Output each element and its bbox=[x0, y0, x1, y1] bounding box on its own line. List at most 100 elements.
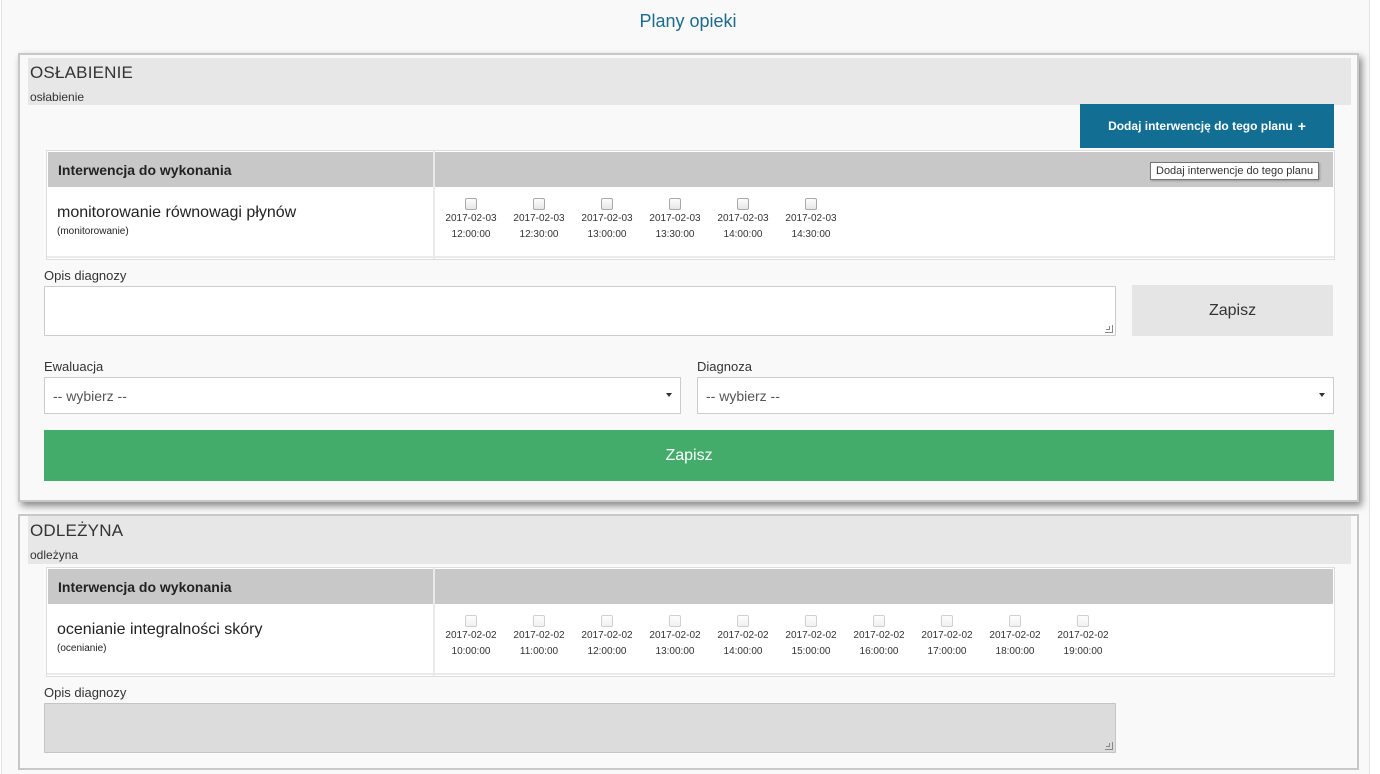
slot-time: 10:00:00 bbox=[451, 646, 491, 657]
time-slot: 2017-02-02 18:00:00 bbox=[981, 613, 1049, 660]
slot-time: 13:00:00 bbox=[655, 646, 695, 657]
time-slot: 2017-02-02 10:00:00 bbox=[437, 613, 505, 660]
column-divider bbox=[433, 151, 435, 259]
caret-down-icon bbox=[666, 393, 672, 397]
table-header-slots bbox=[435, 569, 1333, 604]
time-slot: 2017-02-02 13:00:00 bbox=[641, 613, 709, 660]
slot-time: 12:00:00 bbox=[451, 229, 491, 240]
table-header-intervention: Interwencja do wykonania bbox=[48, 152, 433, 187]
time-slot: 2017-02-03 14:30:00 bbox=[777, 196, 845, 243]
slot-checkbox[interactable] bbox=[533, 198, 545, 210]
time-slot: 2017-02-03 13:30:00 bbox=[641, 196, 709, 243]
slot-date: 2017-02-03 bbox=[717, 213, 769, 224]
slot-time: 15:00:00 bbox=[791, 646, 831, 657]
description-textarea bbox=[44, 703, 1116, 753]
slot-date: 2017-02-02 bbox=[445, 630, 497, 641]
slot-time: 19:00:00 bbox=[1063, 646, 1103, 657]
resize-handle-icon[interactable] bbox=[1105, 325, 1113, 333]
time-slot: 2017-02-02 12:00:00 bbox=[573, 613, 641, 660]
slot-time: 12:00:00 bbox=[587, 646, 627, 657]
plan-title: OSŁABIENIE bbox=[30, 63, 134, 82]
slot-checkbox bbox=[533, 615, 545, 627]
slot-date: 2017-02-03 bbox=[513, 213, 565, 224]
plan-header: ODLEŻYNA odleżyna bbox=[28, 516, 1351, 564]
row-divider bbox=[47, 673, 1334, 675]
diagnosis-select-value: -- wybierz -- bbox=[706, 388, 780, 404]
plan-header: OSŁABIENIE osłabienie bbox=[28, 58, 1351, 105]
evaluation-label: Ewaluacja bbox=[44, 359, 104, 374]
caret-down-icon bbox=[1319, 393, 1325, 397]
time-slot: 2017-02-03 12:30:00 bbox=[505, 196, 573, 243]
slot-checkbox[interactable] bbox=[601, 198, 613, 210]
time-slot: 2017-02-02 19:00:00 bbox=[1049, 613, 1117, 660]
slot-checkbox bbox=[465, 615, 477, 627]
intervention-type: (ocenianie) bbox=[57, 643, 107, 654]
time-slot: 2017-02-02 17:00:00 bbox=[913, 613, 981, 660]
slot-time: 13:30:00 bbox=[655, 229, 695, 240]
slot-date: 2017-02-02 bbox=[853, 630, 905, 641]
intervention-table: Interwencja do wykonania monitorowanie r… bbox=[46, 150, 1335, 260]
plan-subtitle: odleżyna bbox=[30, 548, 79, 562]
care-plan-panel-oslabienie: OSŁABIENIE osłabienie Dodaj interwencję … bbox=[18, 53, 1359, 502]
slot-date: 2017-02-02 bbox=[921, 630, 973, 641]
intervention-name: monitorowanie równowagi płynów bbox=[57, 204, 297, 221]
time-slot: 2017-02-03 14:00:00 bbox=[709, 196, 777, 243]
slot-checkbox bbox=[1009, 615, 1021, 627]
slot-checkbox bbox=[737, 615, 749, 627]
time-slot: 2017-02-02 11:00:00 bbox=[505, 613, 573, 660]
care-plans-page: Plany opieki OSŁABIENIE osłabienie Dodaj… bbox=[1, 0, 1370, 774]
slot-time: 17:00:00 bbox=[927, 646, 967, 657]
slot-time: 11:00:00 bbox=[519, 646, 559, 657]
care-plan-panel-odlezyna: ODLEŻYNA odleżyna Interwencja do wykonan… bbox=[18, 514, 1359, 770]
slot-time: 12:30:00 bbox=[519, 229, 559, 240]
slot-date: 2017-02-02 bbox=[785, 630, 837, 641]
description-label: Opis diagnozy bbox=[44, 685, 127, 700]
plan-subtitle: osłabienie bbox=[30, 90, 85, 104]
intervention-name: ocenianie integralności skóry bbox=[57, 621, 263, 638]
description-textarea[interactable] bbox=[44, 286, 1116, 336]
slot-date: 2017-02-02 bbox=[1057, 630, 1109, 641]
slot-checkbox bbox=[873, 615, 885, 627]
save-description-button[interactable]: Zapisz bbox=[1132, 285, 1333, 336]
time-slot: 2017-02-03 13:00:00 bbox=[573, 196, 641, 243]
evaluation-select-value: -- wybierz -- bbox=[53, 388, 127, 404]
time-slot: 2017-02-02 14:00:00 bbox=[709, 613, 777, 660]
time-slot: 2017-02-02 15:00:00 bbox=[777, 613, 845, 660]
row-divider bbox=[47, 256, 1334, 258]
slot-checkbox[interactable] bbox=[737, 198, 749, 210]
intervention-table: Interwencja do wykonania ocenianie integ… bbox=[46, 567, 1335, 677]
slot-date: 2017-02-03 bbox=[581, 213, 633, 224]
slot-checkbox bbox=[1077, 615, 1089, 627]
save-plan-button[interactable]: Zapisz bbox=[44, 430, 1334, 481]
slot-time: 18:00:00 bbox=[995, 646, 1035, 657]
slot-checkbox bbox=[941, 615, 953, 627]
slot-time: 14:30:00 bbox=[791, 229, 831, 240]
slot-date: 2017-02-02 bbox=[989, 630, 1041, 641]
add-intervention-button[interactable]: Dodaj interwencję do tego planu + bbox=[1080, 104, 1334, 148]
slot-checkbox bbox=[669, 615, 681, 627]
slot-date: 2017-02-03 bbox=[785, 213, 837, 224]
slot-time: 13:00:00 bbox=[587, 229, 627, 240]
slot-checkbox bbox=[601, 615, 613, 627]
page-title: Plany opieki bbox=[639, 11, 737, 31]
intervention-type: (monitorowanie) bbox=[57, 226, 129, 237]
slot-date: 2017-02-02 bbox=[717, 630, 769, 641]
time-slot: 2017-02-03 12:00:00 bbox=[437, 196, 505, 243]
slot-checkbox[interactable] bbox=[669, 198, 681, 210]
slot-time: 16:00:00 bbox=[859, 646, 899, 657]
slot-checkbox[interactable] bbox=[805, 198, 817, 210]
table-header-intervention: Interwencja do wykonania bbox=[48, 569, 433, 604]
slot-date: 2017-02-02 bbox=[513, 630, 565, 641]
slot-date: 2017-02-02 bbox=[581, 630, 633, 641]
add-intervention-label: Dodaj interwencję do tego planu bbox=[1108, 119, 1293, 133]
plus-icon: + bbox=[1297, 118, 1306, 134]
add-intervention-tooltip: Dodaj interwencje do tego planu bbox=[1150, 162, 1320, 180]
time-slot: 2017-02-02 16:00:00 bbox=[845, 613, 913, 660]
resize-handle-icon bbox=[1105, 742, 1113, 750]
evaluation-select[interactable]: -- wybierz -- bbox=[44, 377, 681, 414]
diagnosis-label: Diagnoza bbox=[697, 359, 752, 374]
slot-time: 14:00:00 bbox=[723, 646, 763, 657]
slot-checkbox bbox=[805, 615, 817, 627]
slot-checkbox[interactable] bbox=[465, 198, 477, 210]
diagnosis-select[interactable]: -- wybierz -- bbox=[697, 377, 1334, 414]
